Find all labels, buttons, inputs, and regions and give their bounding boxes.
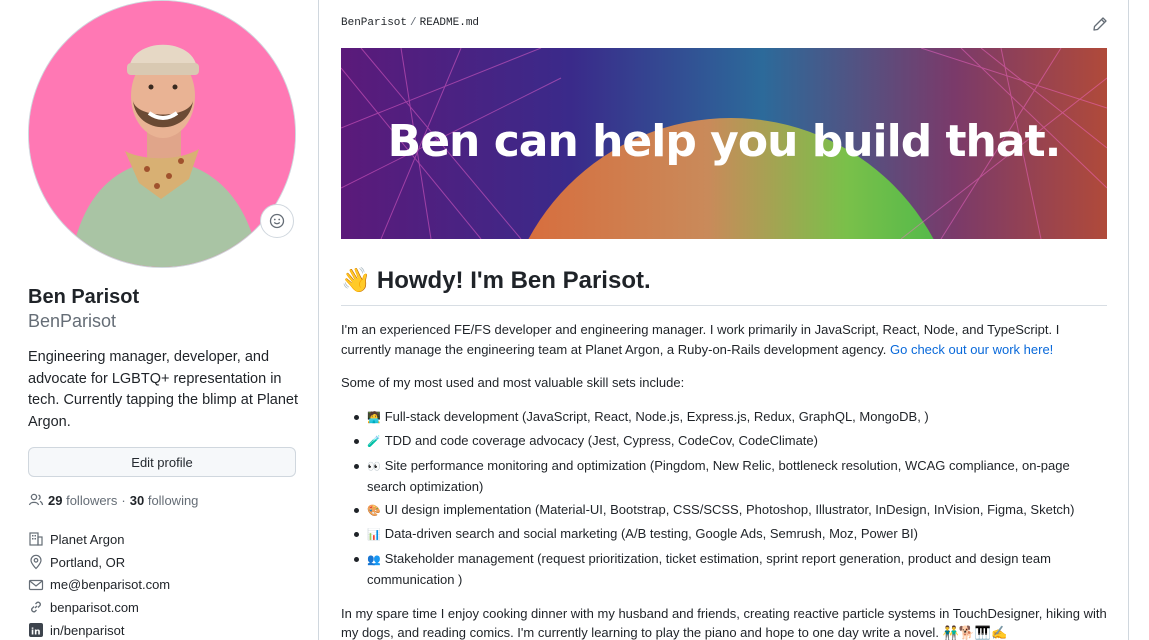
skill-text: Data-driven search and social marketing … xyxy=(384,526,918,541)
detail-website[interactable]: benparisot.com xyxy=(28,596,170,619)
skill-text: UI design implementation (Material-UI, B… xyxy=(384,501,1075,517)
organization-icon xyxy=(28,531,44,547)
followers-link[interactable]: 29 followers xyxy=(48,493,117,508)
follow-separator: · xyxy=(121,492,126,508)
pencil-icon xyxy=(1093,17,1107,31)
skill-text: Full-stack development (JavaScript, Reac… xyxy=(384,408,929,424)
linkedin-icon: in xyxy=(28,622,44,638)
intro-paragraph: I'm an experienced FE/FS developer and e… xyxy=(341,320,1107,359)
detail-location: Portland, OR xyxy=(28,551,170,574)
profile-sidebar: Ben Parisot BenParisot Engineering manag… xyxy=(0,0,318,640)
skill-emoji: 🧪 xyxy=(367,436,381,448)
banner-title: Ben can help you build that. xyxy=(387,116,1062,167)
following-link[interactable]: 30 following xyxy=(130,493,199,508)
breadcrumb-file[interactable]: README.md xyxy=(420,17,479,29)
avatar[interactable] xyxy=(28,0,296,268)
following-count: 30 xyxy=(129,492,145,508)
mail-icon xyxy=(28,577,44,593)
breadcrumb-separator: / xyxy=(410,17,417,29)
set-status-button[interactable] xyxy=(260,204,294,238)
location-icon xyxy=(28,554,44,570)
following-label: following xyxy=(147,492,199,508)
smiley-icon xyxy=(269,213,285,229)
followers-label: followers xyxy=(66,492,118,508)
detail-linkedin-text[interactable]: in/benparisot xyxy=(50,623,124,638)
readme-panel: BenParisot / README.md Ben can help you … xyxy=(318,0,1129,640)
skill-text: Stakeholder management (request prioriti… xyxy=(367,550,1051,588)
list-item: 👀 Site performance monitoring and optimiz… xyxy=(341,456,1107,497)
readme-heading: 👋 Howdy! I'm Ben Parisot. xyxy=(341,266,1107,306)
detail-website-text[interactable]: benparisot.com xyxy=(50,600,139,615)
skills-list: 🧑‍💻 Full-stack development (JavaScript, R… xyxy=(341,407,1107,590)
wave-emoji: 👋 xyxy=(341,267,371,294)
avatar-container xyxy=(28,0,296,268)
skills-intro: Some of my most used and most valuable s… xyxy=(341,375,685,390)
link-icon xyxy=(28,599,44,615)
profile-bio: Engineering manager, developer, and advo… xyxy=(28,349,299,431)
skill-text: TDD and code coverage advocacy (Jest, Cy… xyxy=(384,433,818,448)
readme-banner: Ben can help you build that. xyxy=(341,48,1107,239)
list-item: 🧑‍💻 Full-stack development (JavaScript, R… xyxy=(341,407,1107,429)
spare-time-paragraph: In my spare time I enjoy cooking dinner … xyxy=(341,605,1107,640)
breadcrumb: BenParisot / README.md xyxy=(341,17,479,29)
follow-stats: 29 followers · 30 following xyxy=(28,492,198,508)
breadcrumb-user[interactable]: BenParisot xyxy=(341,17,407,29)
skill-emoji: 👀 xyxy=(367,460,381,473)
skill-emoji: 👥 xyxy=(367,553,381,566)
detail-email-text[interactable]: me@benparisot.com xyxy=(50,577,170,592)
people-icon xyxy=(28,493,44,506)
readme-heading-text: Howdy! I'm Ben Parisot. xyxy=(376,267,651,294)
detail-location-text: Portland, OR xyxy=(50,554,126,570)
profile-details: Planet Argon Portland, OR me@benparisot.… xyxy=(28,528,170,640)
skill-emoji: 📊 xyxy=(367,529,381,541)
edit-readme-button[interactable] xyxy=(1092,16,1108,32)
svg-text:in: in xyxy=(31,628,41,638)
skill-emoji: 🧑‍💻 xyxy=(367,411,381,424)
work-link[interactable]: Go check out our work here! xyxy=(890,342,1053,357)
profile-login: BenParisot xyxy=(28,311,117,331)
list-item: 📊 Data-driven search and social marketing… xyxy=(341,524,1107,546)
readme-body: I'm an experienced FE/FS developer and e… xyxy=(341,320,1107,640)
list-item: 🧪 TDD and code coverage advocacy (Jest, C… xyxy=(341,431,1107,453)
skill-text: Site performance monitoring and optimiza… xyxy=(367,457,1070,495)
detail-organization-text: Planet Argon xyxy=(50,531,125,547)
detail-organization: Planet Argon xyxy=(28,528,170,551)
list-item: 🎨 UI design implementation (Material-UI, … xyxy=(341,500,1107,522)
followers-count: 29 xyxy=(48,492,63,508)
skill-emoji: 🎨 xyxy=(367,504,381,517)
list-item: 👥 Stakeholder management (request priorit… xyxy=(341,549,1107,590)
edit-profile-button[interactable]: Edit profile xyxy=(28,447,296,477)
detail-email[interactable]: me@benparisot.com xyxy=(28,573,170,596)
profile-name: Ben Parisot xyxy=(28,286,140,308)
detail-linkedin[interactable]: in in/benparisot xyxy=(28,619,170,640)
